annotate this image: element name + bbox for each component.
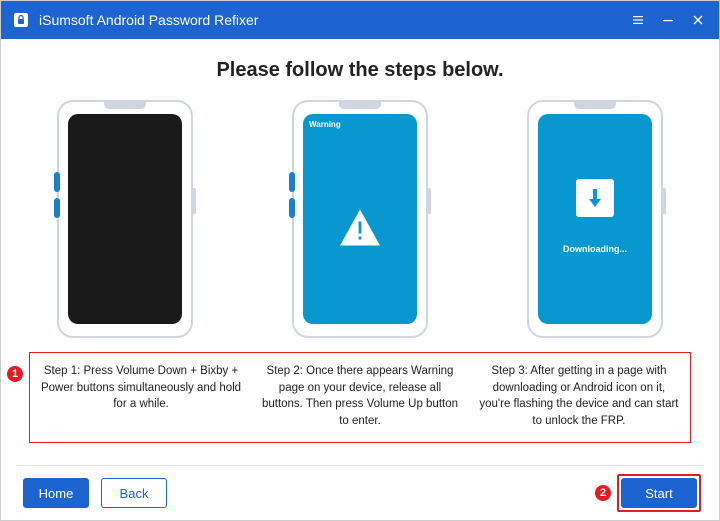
phone-side-button-icon xyxy=(54,198,60,218)
phone-side-button-icon xyxy=(289,198,295,218)
content-area: Please follow the steps below. Warning xyxy=(1,39,719,465)
phone-notch-icon xyxy=(339,102,381,109)
phone-side-button-icon xyxy=(289,172,295,192)
phone-warning-label: Warning xyxy=(309,120,341,129)
phone-screen-warning: Warning xyxy=(303,114,417,324)
app-title: iSumsoft Android Password Refixer xyxy=(39,12,623,28)
phone-side-button-icon xyxy=(426,188,431,214)
minimize-icon xyxy=(662,14,674,26)
close-icon xyxy=(692,14,704,26)
phone-screen-off xyxy=(68,114,182,324)
step-2-text: Step 2: Once there appears Warning page … xyxy=(257,363,463,430)
menu-button[interactable] xyxy=(623,1,653,39)
phones-row: Warning xyxy=(29,100,691,346)
phone-side-button-icon xyxy=(191,188,196,214)
steps-container: 1 Step 1: Press Volume Down + Bixby + Po… xyxy=(29,352,691,443)
home-button[interactable]: Home xyxy=(23,478,89,508)
step-3-text: Step 3: After getting in a page with dow… xyxy=(476,363,682,430)
page-heading: Please follow the steps below. xyxy=(29,59,691,82)
steps-box: Step 1: Press Volume Down + Bixby + Powe… xyxy=(29,352,691,443)
phone-illustration-warning: Warning xyxy=(292,100,428,338)
phone-notch-icon xyxy=(574,102,616,109)
start-button-highlight: 2 Start xyxy=(621,478,697,508)
close-button[interactable] xyxy=(683,1,713,39)
phone-side-button-icon xyxy=(54,172,60,192)
download-arrow-icon xyxy=(584,187,606,209)
phone-illustration-downloading: Downloading... xyxy=(527,100,663,338)
minimize-button[interactable] xyxy=(653,1,683,39)
menu-icon xyxy=(632,14,644,26)
phone-download-label: Downloading... xyxy=(538,244,652,254)
phone-side-button-icon xyxy=(661,188,666,214)
start-button[interactable]: Start xyxy=(621,478,697,508)
phone-illustration-off xyxy=(57,100,193,338)
phone-notch-icon xyxy=(104,102,146,109)
back-button[interactable]: Back xyxy=(101,478,167,508)
annotation-callout-1: 1 xyxy=(7,366,23,382)
annotation-callout-2: 2 xyxy=(595,485,611,501)
footer: Home Back 2 Start xyxy=(1,466,719,520)
warning-triangle-icon xyxy=(338,207,382,252)
download-box-icon xyxy=(576,179,614,217)
app-lock-icon xyxy=(11,10,31,30)
titlebar: iSumsoft Android Password Refixer xyxy=(1,1,719,39)
step-1-text: Step 1: Press Volume Down + Bixby + Powe… xyxy=(38,363,244,430)
phone-screen-downloading: Downloading... xyxy=(538,114,652,324)
